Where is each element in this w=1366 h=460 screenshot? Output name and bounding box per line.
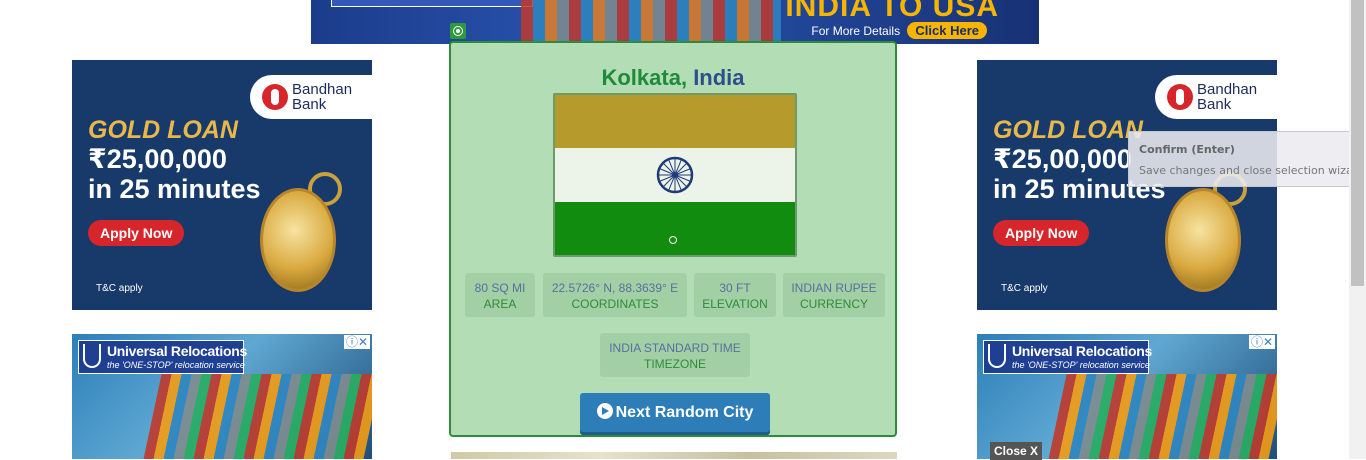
- next-random-city-button[interactable]: Next Random City: [580, 393, 770, 435]
- relocation-u-icon: [988, 344, 1006, 368]
- banner-details: For More Details Click Here: [811, 22, 987, 39]
- stat-label: AREA: [483, 297, 517, 311]
- stat-label: ELEVATION: [702, 297, 768, 311]
- flag-green-band: [555, 201, 795, 255]
- click-here-button[interactable]: Click Here: [907, 22, 987, 39]
- adchoices-icon[interactable]: ⓘ✕: [343, 335, 370, 349]
- stopwatch-icon: [260, 188, 336, 292]
- title-separator: ,: [680, 65, 688, 90]
- target-icon[interactable]: [450, 23, 466, 39]
- top-banner-ad[interactable]: INDIA TO USA For More Details Click Here: [311, 0, 1039, 44]
- close-ad-button[interactable]: Close X: [990, 442, 1043, 460]
- bank-name-line2: Bank: [1197, 96, 1232, 113]
- city-card: Kolkata, India 80 SQ MI AREA 22.5726° N,…: [449, 41, 897, 437]
- stat-coordinates: 22.5726° N, 88.3639° E COORDINATES: [543, 273, 687, 317]
- stat-label: TIMEZONE: [644, 357, 706, 371]
- stat-currency: INDIAN RUPEE CURRENCY: [783, 273, 885, 317]
- relocation-name: Universal Relocations: [1012, 343, 1152, 359]
- bank-name-line2: Bank: [292, 96, 327, 113]
- relocation-ad-right[interactable]: Universal Relocations the 'ONE-STOP' rel…: [977, 334, 1277, 459]
- ship-image: [521, 0, 781, 44]
- bank-logo: Bandhan Bank: [1155, 75, 1277, 119]
- banner-headline: INDIA TO USA: [785, 0, 999, 23]
- city-name: Kolkata: [601, 65, 681, 90]
- stat-label: COORDINATES: [571, 297, 659, 311]
- stat-value: 30 FT: [719, 281, 751, 295]
- banner-logo-strip: [331, 0, 533, 7]
- container-ship-image: [142, 374, 372, 459]
- bandhan-logo-icon: [1167, 84, 1193, 110]
- stat-label: CURRENCY: [799, 297, 868, 311]
- stat-value: INDIA STANDARD TIME: [609, 341, 741, 355]
- ashoka-chakra-icon: [656, 156, 694, 194]
- gold-loan-title: GOLD LOAN: [993, 116, 1143, 144]
- relocation-name: Universal Relocations: [107, 343, 247, 359]
- flag-saffron-band: [555, 95, 795, 149]
- gold-loan-ad-left[interactable]: Bandhan Bank GOLD LOAN ₹25,00,000 in 25 …: [72, 60, 372, 310]
- city-title: Kolkata, India: [451, 65, 895, 91]
- relocation-tagline: the 'ONE-STOP' relocation service: [107, 360, 245, 370]
- selection-handle-icon[interactable]: [669, 236, 677, 244]
- loan-time: in 25 minutes: [88, 174, 261, 204]
- scrollbar-thumb[interactable]: [1351, 0, 1364, 286]
- confirm-tooltip: Confirm (Enter) Save changes and close s…: [1128, 131, 1366, 187]
- loan-amount: ₹25,00,000: [993, 144, 1132, 174]
- relocation-u-icon: [83, 344, 101, 368]
- adchoices-icon[interactable]: ⓘ✕: [1248, 335, 1275, 349]
- bandhan-logo-icon: [262, 84, 288, 110]
- bank-name-line1: Bandhan: [1197, 81, 1258, 98]
- stat-area: 80 SQ MI AREA: [465, 273, 535, 317]
- relocation-logo: Universal Relocations the 'ONE-STOP' rel…: [983, 340, 1152, 374]
- stat-timezone: INDIA STANDARD TIME TIMEZONE: [600, 333, 750, 377]
- arrow-right-circle-icon: [596, 403, 613, 419]
- stopwatch-icon: [1165, 188, 1241, 292]
- bank-name-line1: Bandhan: [292, 81, 353, 98]
- stat-value: INDIAN RUPEE: [791, 281, 877, 295]
- gold-loan-title: GOLD LOAN: [88, 116, 238, 144]
- banner-details-text: For More Details: [811, 24, 901, 38]
- next-button-label: Next Random City: [615, 404, 754, 421]
- relocation-tagline: the 'ONE-STOP' relocation service: [1012, 360, 1150, 370]
- stat-value: 22.5726° N, 88.3639° E: [551, 281, 679, 295]
- stat-elevation: 30 FT ELEVATION: [694, 273, 776, 317]
- map-preview-strip: [451, 452, 897, 459]
- country-flag: [553, 93, 797, 257]
- apply-now-button[interactable]: Apply Now: [993, 220, 1090, 246]
- relocation-logo: Universal Relocations the 'ONE-STOP' rel…: [78, 340, 247, 374]
- tooltip-title: Confirm (Enter): [1139, 143, 1235, 156]
- apply-now-button[interactable]: Apply Now: [88, 220, 185, 246]
- loan-amount: ₹25,00,000: [88, 144, 227, 174]
- stat-value: 80 SQ MI: [474, 281, 526, 295]
- bank-logo: Bandhan Bank: [250, 75, 372, 119]
- container-ship-image: [1047, 374, 1277, 459]
- bank-name: Bandhan Bank: [292, 82, 352, 112]
- country-name: India: [693, 65, 745, 90]
- flag-white-band: [555, 148, 795, 202]
- relocation-ad-left[interactable]: Universal Relocations the 'ONE-STOP' rel…: [72, 334, 372, 459]
- tnc-text: T&C apply: [96, 283, 143, 294]
- tnc-text: T&C apply: [1001, 283, 1048, 294]
- bank-name: Bandhan Bank: [1197, 82, 1257, 112]
- tooltip-body: Save changes and close selection wizard.: [1139, 164, 1366, 177]
